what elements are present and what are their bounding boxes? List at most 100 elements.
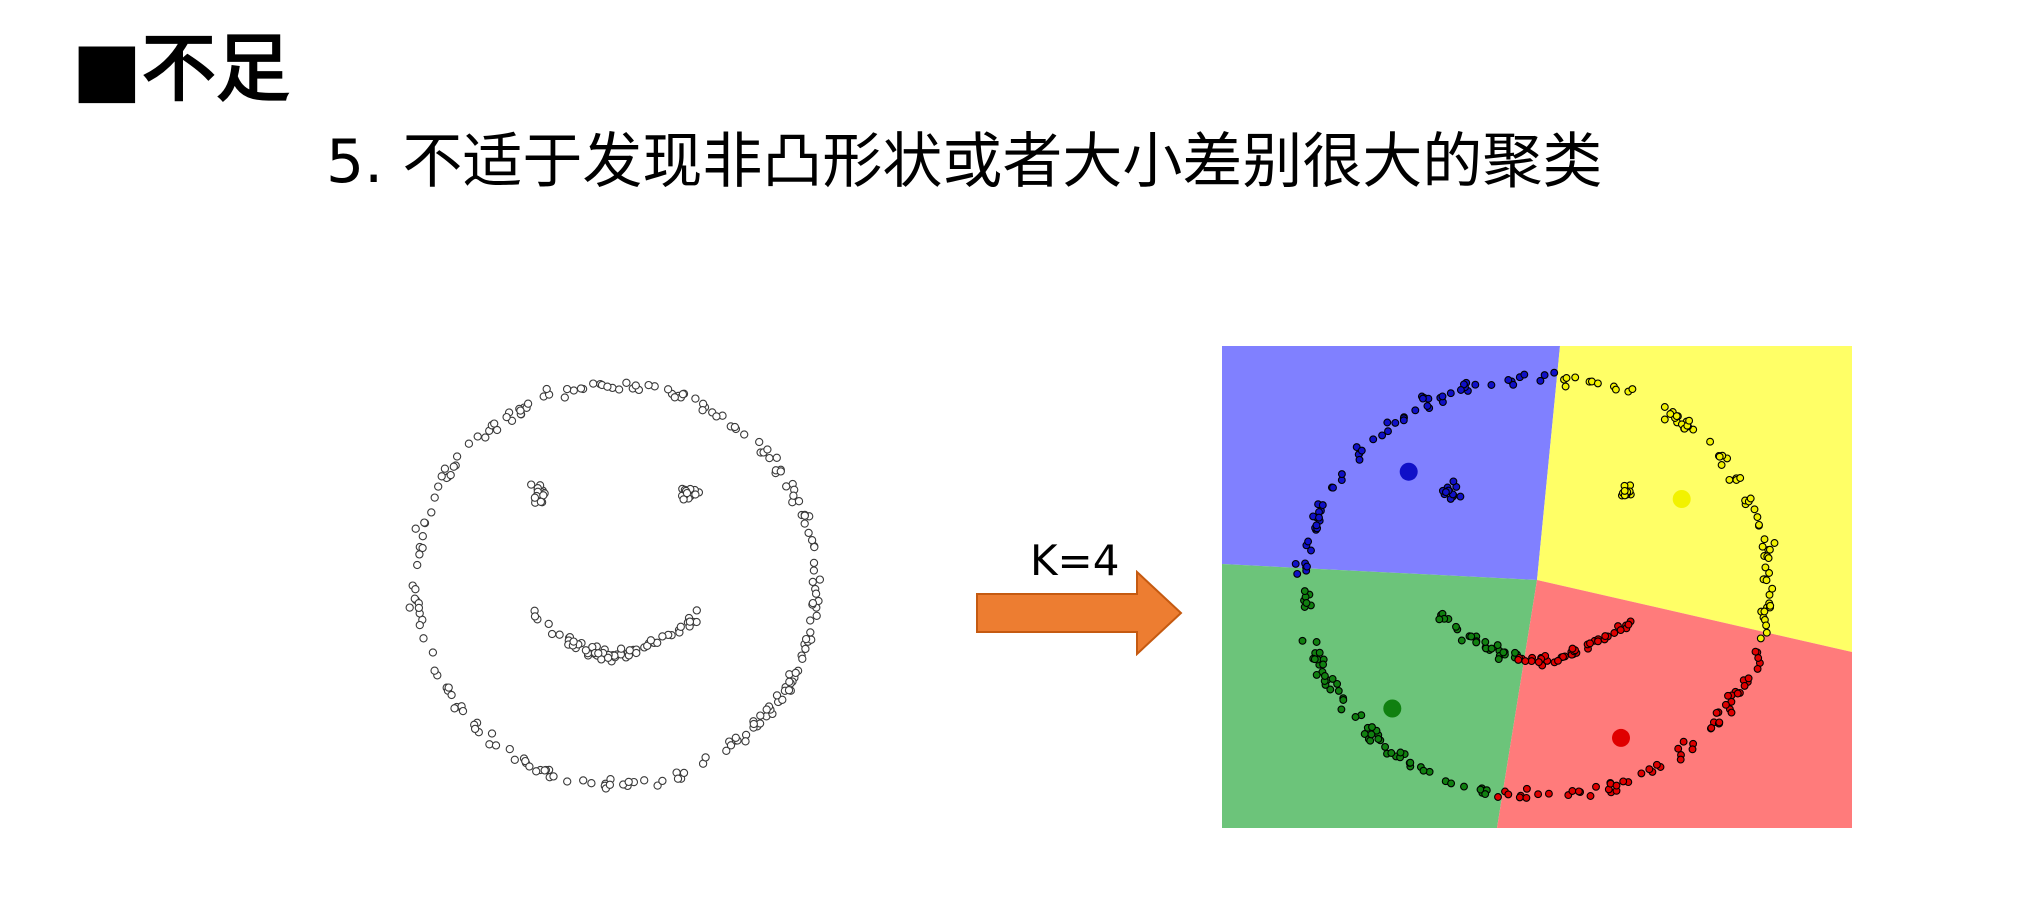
- red-cluster-point: [1619, 777, 1628, 786]
- data-point: [800, 511, 809, 520]
- data-point: [563, 777, 572, 786]
- red-cluster-point: [1753, 664, 1762, 673]
- data-point: [440, 464, 450, 473]
- data-point: [415, 550, 424, 559]
- red-cluster-point: [1522, 784, 1531, 793]
- data-point: [414, 603, 424, 613]
- red-cluster-point: [1712, 708, 1721, 717]
- data-point: [624, 777, 633, 787]
- red-cluster-point: [1751, 647, 1760, 656]
- raw-data-points: [405, 378, 825, 793]
- yellow-cluster-point: [1593, 379, 1602, 388]
- data-point: [701, 753, 710, 762]
- data-point: [555, 630, 564, 639]
- red-cluster-point: [1637, 769, 1646, 778]
- red-cluster-point: [1744, 674, 1753, 683]
- green-cluster-point: [1457, 636, 1466, 645]
- green-cluster-point: [1499, 648, 1508, 657]
- data-point: [420, 518, 429, 527]
- blue-cluster-point: [1318, 501, 1327, 510]
- yellow-cluster-point: [1666, 410, 1675, 418]
- red-cluster-point: [1727, 708, 1736, 717]
- slide-heading: ■不足: [72, 26, 290, 112]
- red-cluster-point: [1554, 656, 1562, 665]
- red-cluster-point: [1534, 790, 1543, 799]
- data-point: [692, 606, 701, 615]
- data-point: [415, 620, 424, 630]
- blue-cluster-point: [1329, 483, 1337, 492]
- red-cluster-point: [1715, 718, 1724, 727]
- yellow-cluster-point: [1660, 415, 1669, 424]
- green-cluster-point: [1298, 636, 1307, 645]
- data-point: [530, 612, 540, 621]
- yellow-cluster-point: [1770, 539, 1779, 547]
- data-point: [765, 453, 774, 463]
- data-point: [413, 560, 422, 570]
- green-cluster-point: [1334, 686, 1343, 695]
- yellow-cluster-point: [1660, 403, 1669, 411]
- red-cluster-point: [1592, 782, 1600, 791]
- data-point: [741, 737, 750, 746]
- red-cluster-point: [1586, 639, 1594, 648]
- red-cluster-point: [1504, 790, 1513, 799]
- data-point: [658, 776, 667, 786]
- red-cluster-point: [1674, 744, 1683, 753]
- blue-cluster-point: [1378, 431, 1387, 440]
- blue-cluster-point: [1423, 402, 1432, 410]
- data-point: [527, 480, 536, 489]
- yellow-cluster-point: [1765, 545, 1774, 554]
- yellow-cluster-point: [1750, 505, 1759, 514]
- blue-cluster-point: [1456, 386, 1465, 394]
- data-point: [691, 394, 700, 403]
- blue-centroid: [1399, 462, 1418, 481]
- green-cluster-point: [1337, 705, 1346, 714]
- red-cluster-point: [1679, 737, 1688, 746]
- yellow-cluster-point: [1768, 584, 1777, 593]
- data-point: [411, 585, 420, 594]
- red-cluster-point: [1494, 793, 1502, 801]
- yellow-cluster-point: [1760, 535, 1769, 544]
- data-point: [632, 648, 641, 658]
- data-point: [510, 755, 519, 764]
- data-point: [678, 390, 688, 399]
- data-point: [679, 768, 689, 778]
- yellow-cluster-point: [1762, 576, 1771, 585]
- data-point: [450, 704, 459, 713]
- red-cluster-point: [1594, 637, 1602, 646]
- green-cluster-point: [1302, 599, 1311, 607]
- red-cluster-point: [1688, 745, 1697, 754]
- data-point: [536, 497, 546, 506]
- green-cluster-point: [1328, 674, 1337, 683]
- data-point: [806, 628, 815, 637]
- blue-cluster-point: [1438, 392, 1447, 401]
- data-point: [673, 774, 683, 783]
- data-point: [419, 634, 428, 643]
- data-point: [523, 399, 533, 408]
- yellow-cluster-point: [1736, 474, 1745, 482]
- blue-cluster-point: [1315, 513, 1323, 522]
- data-point: [452, 452, 462, 461]
- data-point: [801, 644, 810, 654]
- data-point: [811, 589, 821, 598]
- data-point: [502, 412, 511, 422]
- yellow-cluster-point: [1715, 452, 1724, 461]
- slide-subtitle: 5. 不适于发现非凸形状或者大小差别很大的聚类: [326, 127, 1603, 197]
- data-point: [487, 729, 497, 738]
- data-point: [418, 532, 427, 541]
- red-cluster-point: [1534, 658, 1543, 667]
- data-point: [473, 432, 482, 441]
- green-cluster-point: [1481, 790, 1490, 799]
- red-cluster-point: [1522, 793, 1531, 802]
- data-point: [505, 744, 514, 754]
- data-point: [576, 384, 586, 393]
- arrow-right-icon: [976, 570, 1183, 656]
- cluster-regions: [1222, 346, 1852, 828]
- data-point: [428, 648, 438, 657]
- data-point: [730, 422, 740, 432]
- data-point: [749, 719, 758, 729]
- yellow-cluster-point: [1746, 494, 1755, 503]
- data-point: [808, 577, 817, 587]
- data-point: [698, 406, 707, 415]
- red-cluster-point: [1586, 792, 1595, 800]
- data-point: [581, 646, 591, 655]
